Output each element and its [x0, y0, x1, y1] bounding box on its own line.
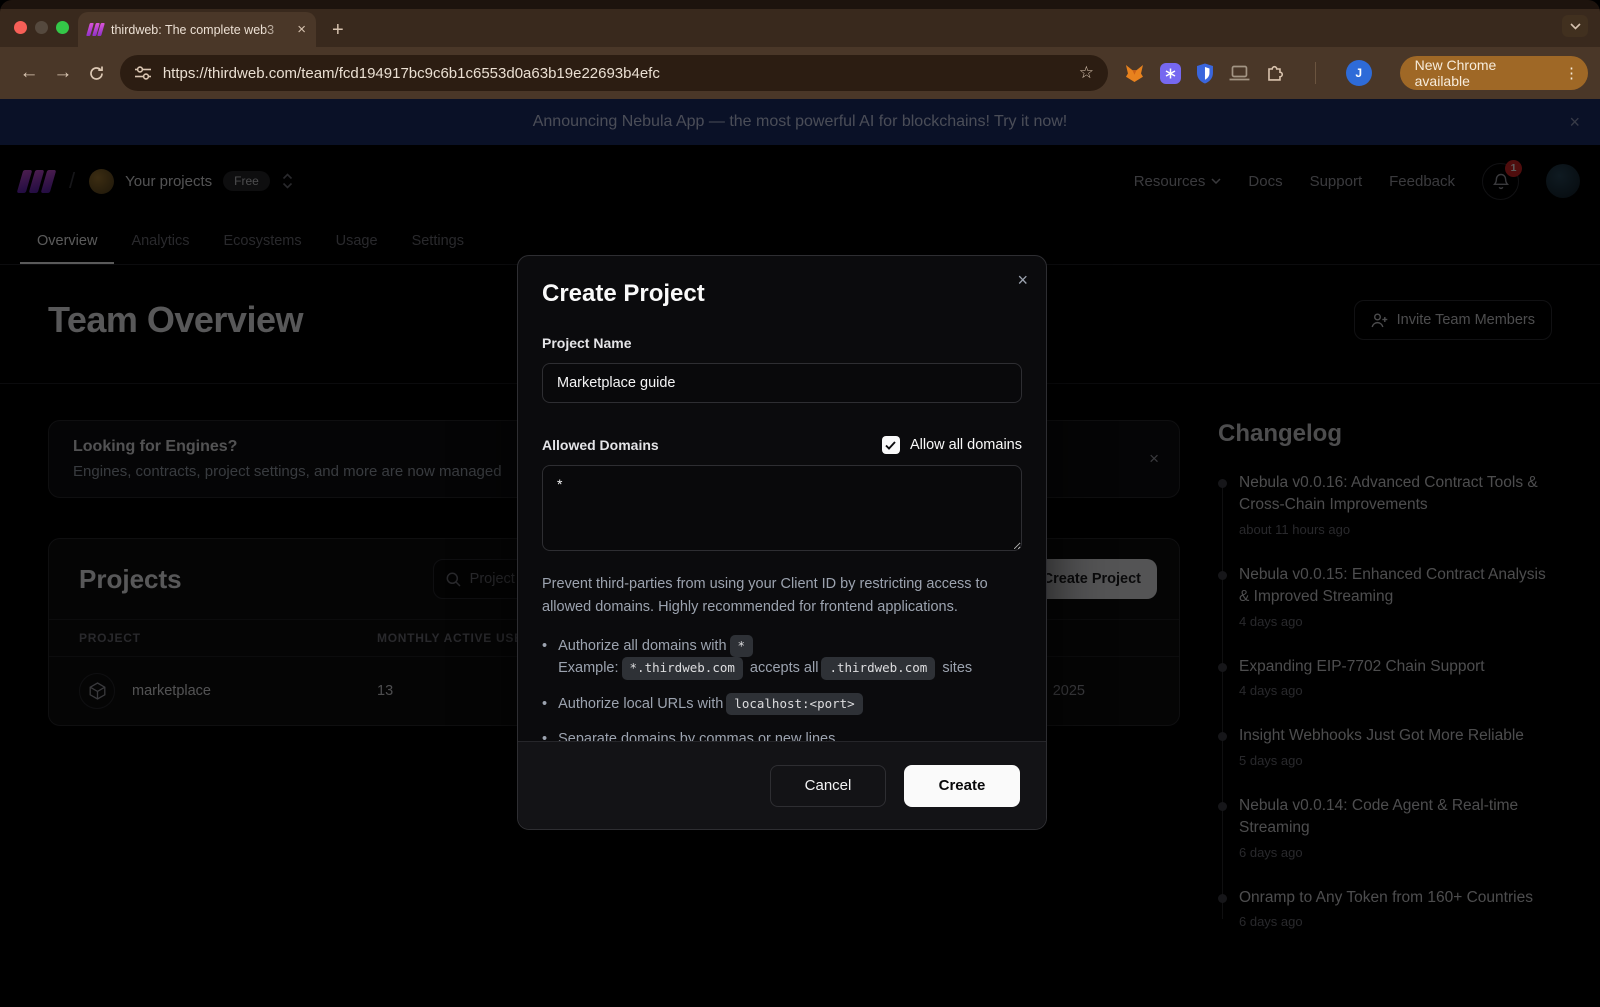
list-item: • Authorize all domains with* Example:*.… — [542, 635, 1022, 680]
domains-tips-list: • Authorize all domains with* Example:*.… — [542, 635, 1022, 751]
list-item: • Authorize local URLs withlocalhost:<po… — [542, 693, 1022, 715]
modal-title: Create Project — [542, 280, 1022, 308]
project-name-label: Project Name — [542, 335, 1022, 351]
code-chip: .thirdweb.com — [821, 657, 935, 679]
thirdweb-favicon-icon — [88, 23, 103, 36]
extensions-puzzle-icon[interactable] — [1265, 63, 1285, 83]
bullet-text: sites — [942, 660, 972, 676]
bullet-text: Example: — [558, 660, 618, 676]
browser-tab[interactable]: thirdweb: The complete web3 × — [78, 12, 316, 47]
bookmark-star-icon[interactable]: ☆ — [1079, 63, 1094, 83]
new-tab-button[interactable]: + — [332, 20, 344, 40]
bullet-text: Authorize local URLs with — [558, 696, 723, 712]
url-text[interactable]: https://thirdweb.com/team/fcd194917bc9c6… — [163, 65, 1068, 82]
browser-toolbar: ← → https://thirdweb.com/team/fcd194917b… — [0, 47, 1600, 99]
close-window-button[interactable] — [14, 21, 27, 34]
chrome-update-button[interactable]: New Chrome available ⋮ — [1400, 56, 1588, 90]
extension-icons: J New Chrome available ⋮ — [1124, 56, 1588, 90]
domains-help-text: Prevent third-parties from using your Cl… — [542, 573, 1022, 620]
browser-menu-icon[interactable]: ⋮ — [1564, 64, 1580, 82]
purple-extension-icon[interactable] — [1160, 63, 1181, 84]
create-button[interactable]: Create — [904, 765, 1020, 807]
tab-close-icon[interactable]: × — [297, 22, 306, 37]
bullet-icon: • — [542, 693, 547, 715]
modal-close-icon[interactable]: × — [1017, 270, 1028, 291]
allow-all-domains-checkbox[interactable] — [882, 436, 900, 454]
toolbar-divider — [1315, 62, 1316, 84]
code-chip: localhost:<port> — [726, 693, 862, 715]
shield-extension-icon[interactable] — [1196, 63, 1214, 84]
allowed-domains-textarea[interactable]: * — [542, 465, 1022, 551]
browser-profile-avatar[interactable]: J — [1346, 60, 1372, 86]
forward-button[interactable]: → — [46, 62, 80, 84]
address-bar[interactable]: https://thirdweb.com/team/fcd194917bc9c6… — [120, 55, 1108, 91]
bullet-text: accepts all — [750, 660, 819, 676]
laptop-extension-icon[interactable] — [1229, 65, 1250, 81]
tab-search-button[interactable] — [1562, 15, 1588, 37]
allow-all-domains-label: Allow all domains — [910, 437, 1022, 453]
browser-tab-strip: thirdweb: The complete web3 × + — [0, 0, 1600, 47]
traffic-lights — [14, 21, 69, 34]
code-chip: * — [730, 635, 754, 657]
page: Announcing Nebula App — the most powerfu… — [0, 99, 1600, 1007]
create-project-modal: × Create Project Project Name Allowed Do… — [517, 255, 1047, 830]
chevron-down-icon — [1570, 23, 1581, 30]
reload-icon — [88, 65, 105, 82]
bullet-text: Authorize all domains with — [558, 638, 726, 654]
browser-window: thirdweb: The complete web3 × + ← → http… — [0, 0, 1600, 1007]
zoom-window-button[interactable] — [56, 21, 69, 34]
minimize-window-button[interactable] — [35, 21, 48, 34]
bullet-icon: • — [542, 635, 547, 680]
metamask-extension-icon[interactable] — [1124, 63, 1145, 84]
allowed-domains-label: Allowed Domains — [542, 437, 659, 453]
check-icon — [885, 441, 896, 450]
reload-button[interactable] — [80, 65, 114, 82]
chrome-update-label: New Chrome available — [1415, 57, 1555, 89]
cancel-button[interactable]: Cancel — [770, 765, 886, 807]
allow-all-domains-toggle[interactable]: Allow all domains — [882, 436, 1022, 454]
code-chip: *.thirdweb.com — [622, 657, 743, 679]
modal-footer: Cancel Create — [518, 741, 1046, 829]
back-button[interactable]: ← — [12, 62, 46, 84]
site-settings-icon[interactable] — [134, 66, 152, 80]
tab-title: thirdweb: The complete web3 — [111, 23, 289, 37]
project-name-input[interactable] — [542, 363, 1022, 403]
